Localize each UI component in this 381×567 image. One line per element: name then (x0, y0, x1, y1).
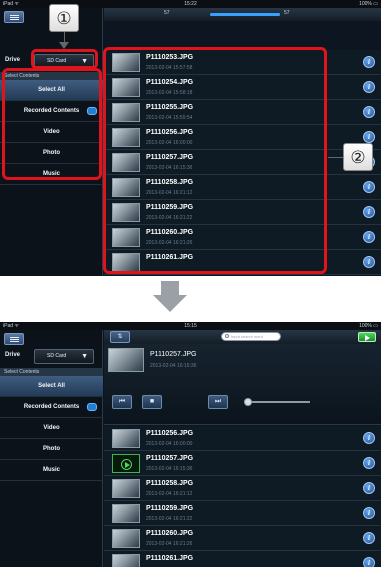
callout-2-stem (328, 157, 343, 158)
progress-bar (210, 13, 280, 16)
info-icon[interactable]: i (363, 81, 375, 93)
info-icon[interactable]: i (363, 181, 375, 193)
clock: 15:15 (184, 323, 197, 329)
file-date: 2013-02-04 16:21:12 (146, 491, 193, 497)
now-playing-date: 2013-02-04 16:15:36 (150, 363, 197, 369)
highlight-sidebar (2, 68, 102, 180)
progress-bar-area: 57 57 (104, 8, 381, 21)
highlight-drive-select (31, 49, 98, 69)
info-icon[interactable]: i (363, 532, 375, 544)
progress-current: 57 (164, 10, 170, 16)
file-row[interactable]: P1110260.JPG 2013-02-04 16:21:26 i (104, 526, 381, 551)
sidebar-item-music[interactable]: Music (0, 460, 103, 481)
info-icon[interactable]: i (363, 507, 375, 519)
player-panel: P1110257.JPG 2013-02-04 16:15:36 ⏮ ■ ⏭ (104, 344, 381, 425)
status-bar: iPad ᯤ 15:15 100% ▭ (0, 322, 381, 330)
info-icon[interactable]: i (363, 457, 375, 469)
info-icon[interactable]: i (363, 557, 375, 567)
file-name: P1110257.JPG (146, 455, 194, 462)
info-icon[interactable]: i (363, 131, 375, 143)
sidebar-item-recorded-contents[interactable]: Recorded Contents (0, 397, 103, 418)
now-playing-name: P1110257.JPG (150, 351, 197, 358)
file-name: P1110259.JPG (146, 505, 194, 512)
select-contents-label: Select Contents (0, 368, 103, 376)
sort-button[interactable]: ⇅ (110, 331, 130, 343)
file-thumbnail (112, 479, 140, 498)
down-arrow-icon (161, 281, 179, 296)
down-arrow-head-icon (153, 295, 187, 312)
sidebar-item-select-all[interactable]: Select All (0, 376, 103, 397)
dropdown-arrow-icon: ▼ (81, 353, 88, 360)
file-thumbnail (112, 529, 140, 548)
playing-indicator-icon (112, 454, 140, 473)
menu-icon (10, 337, 19, 338)
info-icon[interactable]: i (363, 432, 375, 444)
sidebar-item-video[interactable]: Video (0, 418, 103, 439)
file-date: 2013-02-04 16:21:22 (146, 516, 193, 522)
callout-1: ① (49, 4, 79, 32)
info-icon[interactable]: i (363, 231, 375, 243)
file-date: 2013-02-04 16:21:26 (146, 541, 193, 547)
now-playing-thumbnail (108, 348, 144, 372)
menu-button[interactable] (4, 333, 24, 345)
volume-slider[interactable] (252, 401, 310, 403)
file-row[interactable]: P1110258.JPG 2013-02-04 16:21:12 i (104, 476, 381, 501)
file-row[interactable]: P1110261.JPG i (104, 551, 381, 567)
callout-2: ② (343, 143, 373, 171)
sidebar: Drive SD Card ▼ Select Contents Select A… (0, 330, 103, 567)
volume-slider-knob[interactable] (244, 398, 252, 406)
stop-button[interactable]: ■ (142, 395, 162, 409)
search-icon (225, 334, 229, 338)
previous-button[interactable]: ⏮ (112, 395, 132, 409)
search-input[interactable]: Input search word (221, 332, 281, 341)
bottom-screenshot: iPad ᯤ 15:15 100% ▭ Drive SD Card ▼ Sele… (0, 322, 381, 567)
file-row[interactable]: P1110257.JPG 2013-02-04 16:15:36 i (104, 451, 381, 476)
play-icon (365, 335, 370, 341)
file-name: P1110260.JPG (146, 530, 194, 537)
menu-icon (10, 15, 19, 16)
file-thumbnail (112, 504, 140, 523)
progress-fill (210, 13, 280, 16)
info-icon[interactable]: i (363, 106, 375, 118)
highlight-file-list (103, 47, 327, 274)
file-date: 2013-02-04 16:15:36 (146, 466, 193, 472)
drive-value: SD Card (47, 353, 67, 359)
file-date: 2013-02-04 16:00:00 (146, 441, 193, 447)
drive-row: Drive SD Card ▼ (0, 346, 103, 368)
file-name: P1110256.JPG (146, 430, 194, 437)
progress-total: 57 (284, 10, 290, 16)
toolbar: ⇅ Input search word (104, 330, 381, 344)
info-icon[interactable]: i (363, 482, 375, 494)
file-row[interactable]: P1110259.JPG 2013-02-04 16:21:22 i (104, 501, 381, 526)
sidebar-item-photo[interactable]: Photo (0, 439, 103, 460)
file-row[interactable]: P1110256.JPG 2013-02-04 16:00:00 i (104, 426, 381, 451)
info-icon[interactable]: i (363, 56, 375, 68)
play-button[interactable] (358, 332, 376, 342)
battery-label: 100% ▭ (359, 323, 378, 329)
info-icon[interactable]: i (363, 256, 375, 268)
drive-select[interactable]: SD Card ▼ (34, 349, 94, 364)
callout-1-pointer (59, 42, 69, 49)
file-name: P1110258.JPG (146, 480, 194, 487)
file-name: P1110261.JPG (146, 555, 194, 562)
file-thumbnail (112, 429, 140, 448)
battery-label: 100% ▭ (359, 1, 378, 7)
next-button[interactable]: ⏭ (208, 395, 228, 409)
sidebar-item-label: Recorded Contents (23, 404, 80, 410)
menu-button[interactable] (4, 11, 24, 23)
drive-label: Drive (5, 57, 21, 63)
drive-label: Drive (5, 352, 21, 358)
info-icon[interactable]: i (363, 206, 375, 218)
file-thumbnail (112, 554, 140, 567)
search-placeholder: Input search word (231, 334, 263, 339)
recorder-icon (87, 403, 97, 411)
